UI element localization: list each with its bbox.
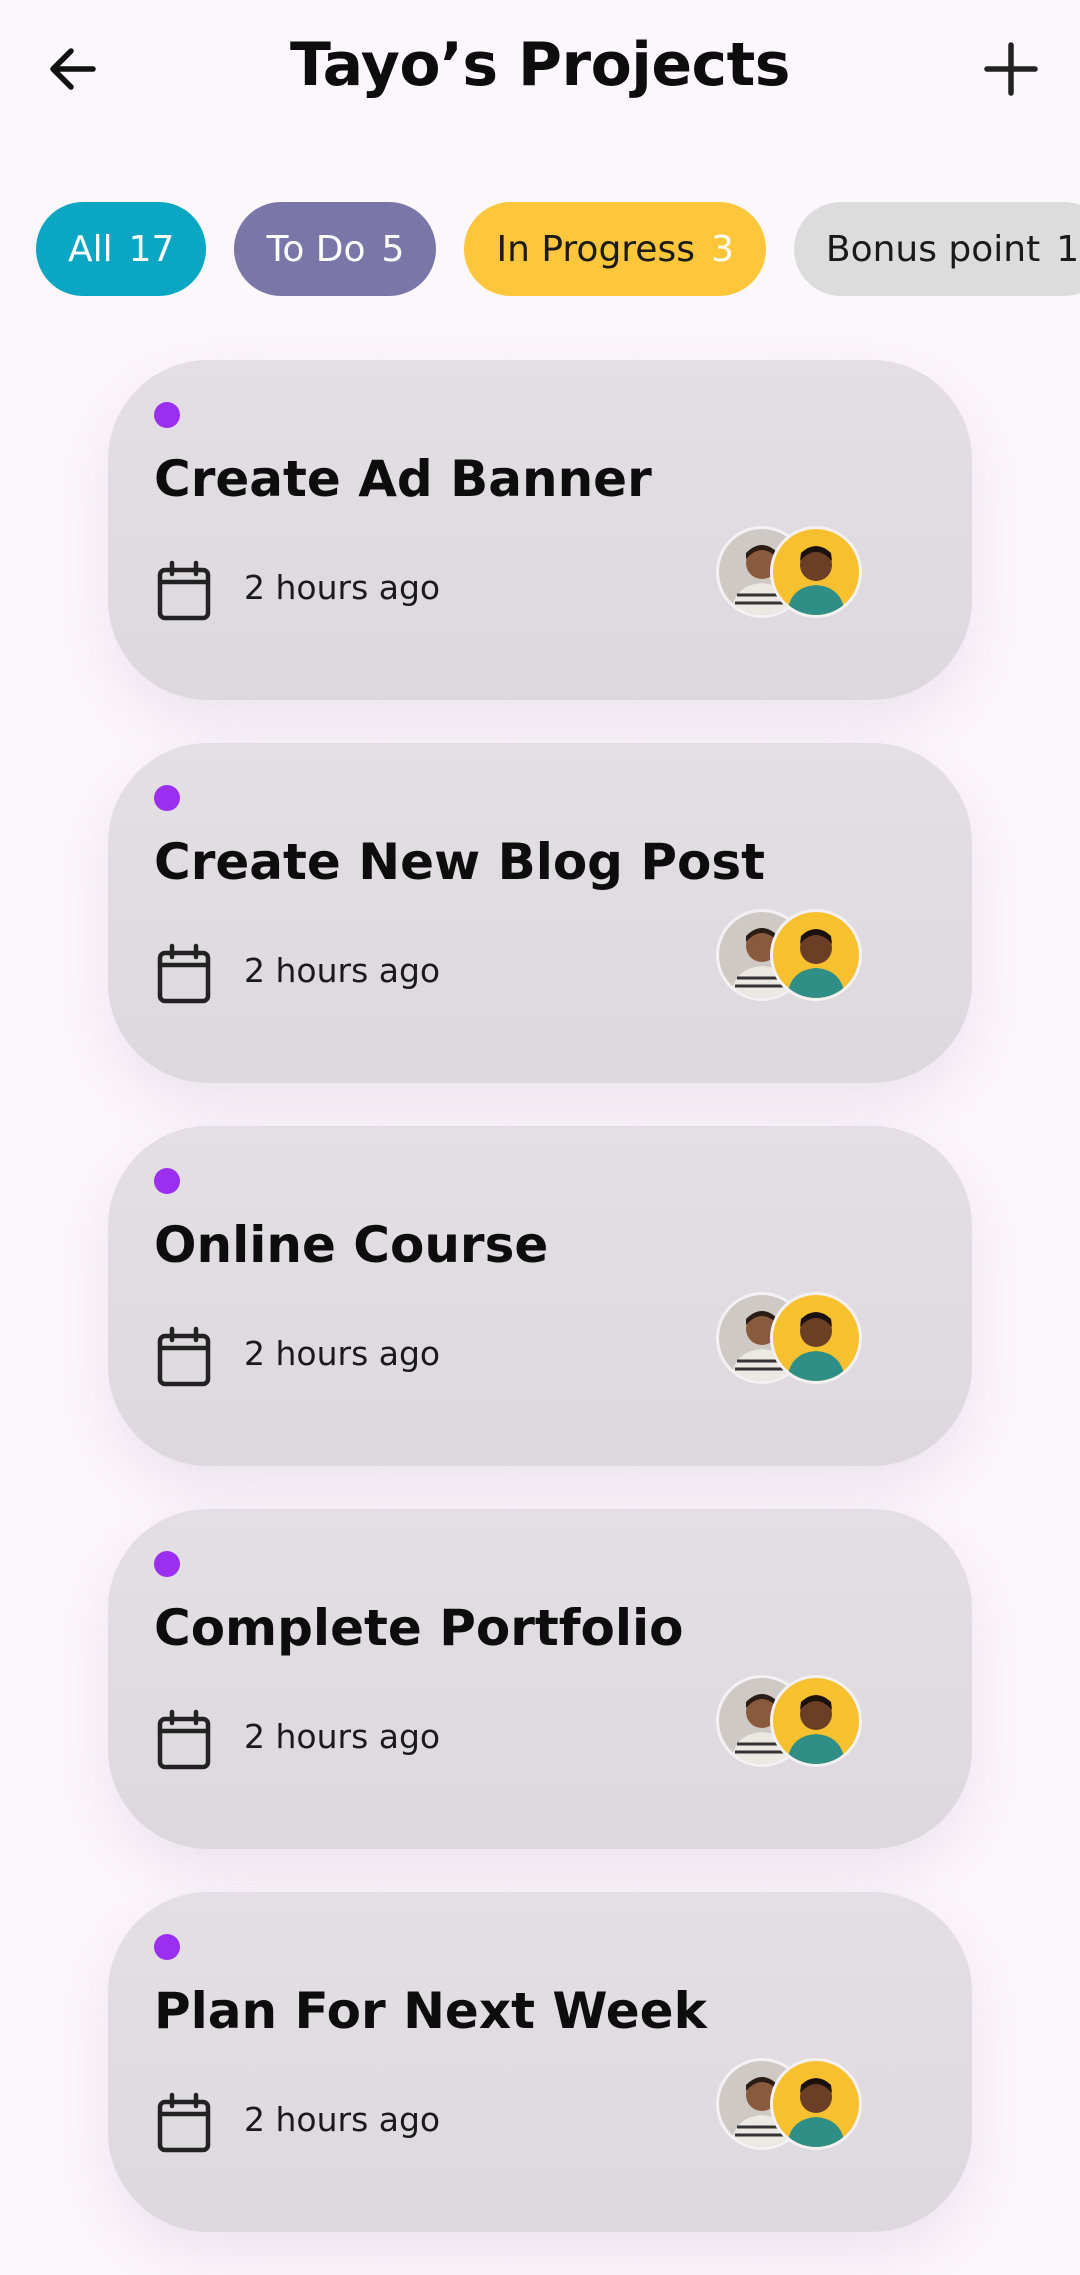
filter-chip-label: Bonus point (825, 228, 1041, 270)
priority-dot (154, 1934, 180, 1960)
avatar (770, 2058, 862, 2150)
calendar-icon (157, 1326, 211, 1387)
app-header: Tayo’s Projects (0, 0, 1080, 140)
filter-chip-to-do[interactable]: To Do 5 (234, 202, 437, 296)
task-time: 2 hours ago (244, 2100, 441, 2139)
task-time: 2 hours ago (244, 951, 441, 990)
task-card[interactable]: Complete Portfolio 2 hours ago (108, 1509, 972, 1849)
filter-chip-count: 3 (710, 228, 734, 270)
task-list: Create Ad Banner 2 hours ago Create New … (108, 360, 972, 2275)
task-title: Complete Portfolio (154, 1599, 684, 1657)
assignee-avatars (716, 526, 862, 618)
task-card[interactable]: Create Ad Banner 2 hours ago (108, 360, 972, 700)
filter-chip-count: 5 (381, 228, 405, 270)
filter-chip-count: 1 (1056, 228, 1080, 270)
priority-dot (154, 1551, 180, 1577)
filter-chip-label: All (68, 228, 113, 270)
avatar (770, 1292, 862, 1384)
filter-chip-count: 17 (128, 228, 175, 270)
filter-chips: All 17 To Do 5 In Progress 3 Bonus point… (36, 202, 1080, 296)
task-title: Online Course (154, 1216, 549, 1274)
assignee-avatars (716, 1292, 862, 1384)
avatar (770, 909, 862, 1001)
calendar-icon (157, 560, 211, 621)
assignee-avatars (716, 2058, 862, 2150)
task-time: 2 hours ago (244, 568, 441, 607)
priority-dot (154, 402, 180, 428)
avatar (770, 1675, 862, 1767)
task-title: Create Ad Banner (154, 450, 652, 508)
calendar-icon (157, 2092, 211, 2153)
task-title: Plan For Next Week (154, 1982, 707, 2040)
plus-icon (984, 42, 1038, 96)
task-time: 2 hours ago (244, 1717, 441, 1756)
priority-dot (154, 785, 180, 811)
add-project-button[interactable] (978, 36, 1044, 102)
task-card[interactable]: Create New Blog Post 2 hours ago (108, 743, 972, 1083)
filter-chip-in-progress[interactable]: In Progress 3 (464, 202, 766, 296)
assignee-avatars (716, 909, 862, 1001)
calendar-icon (157, 943, 211, 1004)
filter-chip-bonus-point[interactable]: Bonus point 1 (793, 202, 1080, 296)
assignee-avatars (716, 1675, 862, 1767)
page-title: Tayo’s Projects (289, 30, 791, 100)
filter-chip-all[interactable]: All 17 (36, 202, 207, 296)
task-card[interactable]: Plan For Next Week 2 hours ago (108, 1892, 972, 2232)
filter-chip-label: To Do (266, 228, 366, 270)
task-title: Create New Blog Post (154, 833, 766, 891)
task-time: 2 hours ago (244, 1334, 441, 1373)
priority-dot (154, 1168, 180, 1194)
task-card[interactable]: Online Course 2 hours ago (108, 1126, 972, 1466)
calendar-icon (157, 1709, 211, 1770)
filter-chip-label: In Progress (496, 228, 695, 270)
avatar (770, 526, 862, 618)
